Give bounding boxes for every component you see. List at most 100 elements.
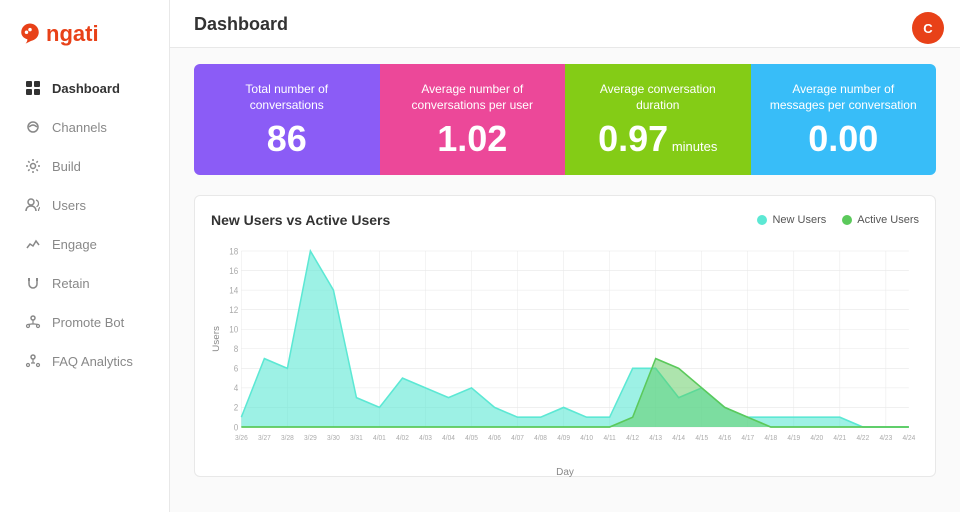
stat-label: Average number of conversations per user [396,82,550,113]
stat-value: 86 [267,121,307,157]
stat-unit: minutes [668,139,717,154]
svg-text:4: 4 [234,383,239,393]
stat-label: Average number of messages per conversat… [767,82,921,113]
legend-label: New Users [772,214,826,226]
svg-text:4/10: 4/10 [580,435,593,442]
svg-text:4/24: 4/24 [902,435,915,442]
stat-value: 0.97 minutes [598,121,717,157]
svg-text:8: 8 [234,344,239,354]
nav-label: Engage [52,237,97,252]
nav-label: Promote Bot [52,315,124,330]
svg-text:0: 0 [234,422,239,432]
svg-text:4/04: 4/04 [442,435,455,442]
svg-text:4/06: 4/06 [488,435,501,442]
svg-text:3/29: 3/29 [304,435,317,442]
users-icon [24,196,42,214]
svg-text:4/20: 4/20 [810,435,823,442]
stats-row: Total number of conversations 86 Average n… [194,64,936,175]
logo-area: ngati [0,10,169,68]
sidebar-item-retain[interactable]: Retain [8,264,161,302]
nav-label: Users [52,198,86,213]
legend-item: New Users [757,214,826,226]
nav-label: Dashboard [52,81,120,96]
stat-label: Total number of conversations [210,82,364,113]
svg-text:3/31: 3/31 [350,435,363,442]
faq-icon [24,352,42,370]
sidebar-item-users[interactable]: Users [8,186,161,224]
logo-icon [16,20,44,48]
svg-text:3/26: 3/26 [235,435,248,442]
sidebar-item-channels[interactable]: Channels [8,108,161,146]
chart-wrap: 0 2 4 6 8 10 12 14 16 18 3/26 3/27 3/28 3/29 3/30 3/31 4… [211,240,919,460]
svg-text:4/01: 4/01 [373,435,386,442]
stat-card-0: Total number of conversations 86 [194,64,380,175]
svg-text:4/03: 4/03 [419,435,432,442]
build-icon [24,157,42,175]
svg-text:4/21: 4/21 [833,435,846,442]
sidebar-item-promote-bot[interactable]: Promote Bot [8,303,161,341]
engage-icon [24,235,42,253]
chart-title: New Users vs Active Users [211,212,390,228]
stat-value: 1.02 [437,121,507,157]
svg-text:4/07: 4/07 [511,435,524,442]
svg-text:10: 10 [229,324,238,334]
svg-text:4/09: 4/09 [557,435,570,442]
svg-text:4/13: 4/13 [649,435,662,442]
promote-icon [24,313,42,331]
svg-text:4/23: 4/23 [879,435,892,442]
sidebar-item-build[interactable]: Build [8,147,161,185]
svg-text:4/19: 4/19 [787,435,800,442]
x-axis-label: Day [211,467,919,478]
svg-text:4/05: 4/05 [465,435,478,442]
nav-label: Retain [52,276,90,291]
sidebar: ngati Dashboard Channels Build Users Engage R… [0,0,170,512]
legend-label: Active Users [857,214,919,226]
sidebar-item-engage[interactable]: Engage [8,225,161,263]
svg-text:12: 12 [229,305,238,315]
stat-card-1: Average number of conversations per user… [380,64,566,175]
retain-icon [24,274,42,292]
grid-icon [24,79,42,97]
channel-icon [24,118,42,136]
nav-label: Build [52,159,81,174]
sidebar-item-dashboard[interactable]: Dashboard [8,69,161,107]
svg-text:4/15: 4/15 [695,435,708,442]
svg-text:4/08: 4/08 [534,435,547,442]
legend-item: Active Users [842,214,919,226]
legend-dot [842,215,852,225]
nav-label: FAQ Analytics [52,354,133,369]
chart-container: New Users vs Active Users New Users Activ… [194,195,936,477]
svg-text:4/22: 4/22 [856,435,869,442]
svg-text:6: 6 [234,363,239,373]
svg-text:3/30: 3/30 [327,435,340,442]
avatar[interactable]: C [912,12,944,44]
chart-legend: New Users Active Users [757,214,919,226]
nav-list: Dashboard Channels Build Users Engage Retain P… [0,68,169,381]
stat-card-2: Average conversation duration0.97 minute… [565,64,751,175]
logo-text: ngati [46,21,99,47]
svg-text:18: 18 [229,246,238,256]
svg-text:3/28: 3/28 [281,435,294,442]
main-content: Dashboard C Total number of conversation… [170,0,960,512]
legend-dot [757,215,767,225]
svg-text:4/16: 4/16 [718,435,731,442]
sidebar-item-faq-analytics[interactable]: FAQ Analytics [8,342,161,380]
stat-card-3: Average number of messages per conversat… [751,64,937,175]
svg-text:4/11: 4/11 [603,435,615,442]
stat-value: 0.00 [808,121,878,157]
chart-title-row: New Users vs Active Users New Users Activ… [211,212,919,228]
svg-text:4/12: 4/12 [626,435,639,442]
page-title: Dashboard [194,14,288,34]
svg-text:4/17: 4/17 [741,435,754,442]
svg-text:3/27: 3/27 [258,435,271,442]
svg-text:14: 14 [229,285,238,295]
svg-text:4/02: 4/02 [396,435,409,442]
svg-text:4/18: 4/18 [764,435,777,442]
page-header: Dashboard [170,0,960,48]
content-area: Total number of conversations86Average n… [170,48,960,512]
svg-text:2: 2 [234,403,239,413]
nav-label: Channels [52,120,107,135]
chart-svg: 0 2 4 6 8 10 12 14 16 18 3/26 3/27 3/28 3/29 3/30 3/31 4… [211,240,919,460]
svg-text:4/14: 4/14 [672,435,685,442]
svg-text:16: 16 [229,266,238,276]
